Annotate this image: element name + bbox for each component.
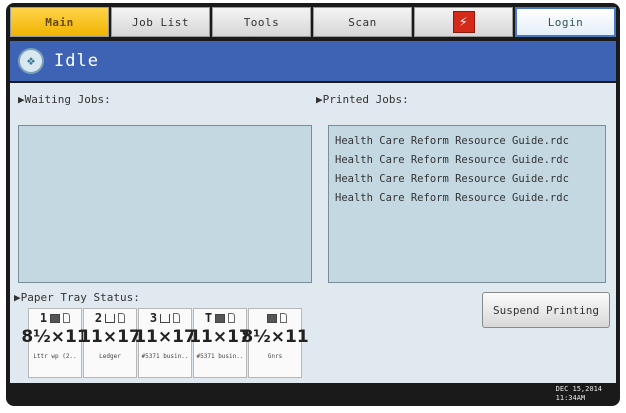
waiting-jobs-label: ▶Waiting Jobs: xyxy=(18,93,111,106)
tab-scan[interactable]: Scan xyxy=(313,7,412,37)
paper-tray-bypass: T 11×17 #5371 busin.. xyxy=(189,308,251,378)
tray-number: T xyxy=(204,311,213,325)
tray-number: 1 xyxy=(39,311,48,325)
paper-icon xyxy=(173,313,181,323)
tray-icon xyxy=(215,313,226,323)
printer-status-icon: ❖ xyxy=(18,48,44,74)
tray-type: Gnrs xyxy=(267,353,283,360)
alert-icon: ⚡ xyxy=(452,11,475,33)
tab-alert[interactable]: ⚡ xyxy=(414,7,513,37)
datetime: DEC 15,2014 11:34AM xyxy=(556,385,602,403)
tray-size: 11×17 xyxy=(134,327,196,347)
time-text: 11:34AM xyxy=(555,394,586,402)
printer-panel: Main Job List Tools Scan ⚡ Login ❖ Idle … xyxy=(6,3,620,406)
tray-icon xyxy=(160,313,171,323)
date-text: DEC 15,2014 xyxy=(555,385,602,393)
paper-tray-5: 8½×11 Gnrs xyxy=(241,308,309,378)
tray-number: 3 xyxy=(149,311,158,325)
list-item[interactable]: Health Care Reform Resource Guide.rdc xyxy=(335,170,599,189)
tab-bar: Main Job List Tools Scan ⚡ Login xyxy=(10,7,616,39)
tray-size: 8½×11 xyxy=(241,327,309,347)
waiting-jobs-list[interactable] xyxy=(18,125,312,283)
status-bar: ❖ Idle xyxy=(10,41,616,81)
list-item[interactable]: Health Care Reform Resource Guide.rdc xyxy=(335,151,599,170)
tray-icon xyxy=(105,313,116,323)
paper-icon xyxy=(63,313,71,323)
tray-type: #5371 busin.. xyxy=(141,353,189,360)
bottom-bar: DEC 15,2014 11:34AM xyxy=(10,383,616,405)
paper-tray-2: 2 11×17 Ledger xyxy=(79,308,141,378)
tray-type: Ledger xyxy=(99,353,121,360)
tray-type: #5371 busin.. xyxy=(196,353,244,360)
login-button[interactable]: Login xyxy=(515,7,616,37)
status-text: Idle xyxy=(54,51,99,71)
paper-tray-3: 3 11×17 #5371 busin.. xyxy=(134,308,196,378)
list-item[interactable]: Health Care Reform Resource Guide.rdc xyxy=(335,189,599,208)
printed-jobs-label: ▶Printed Jobs: xyxy=(316,93,409,106)
suspend-printing-button[interactable]: Suspend Printing xyxy=(482,292,610,328)
tab-tools[interactable]: Tools xyxy=(212,7,311,37)
tab-main[interactable]: Main xyxy=(10,7,109,37)
paper-tray-1: 1 8½×11 Lttr wp (2.. xyxy=(21,308,89,378)
printed-jobs-list[interactable]: Health Care Reform Resource Guide.rdc He… xyxy=(328,125,606,283)
paper-icon xyxy=(228,313,236,323)
paper-icon xyxy=(118,313,126,323)
list-item[interactable]: Health Care Reform Resource Guide.rdc xyxy=(335,132,599,151)
tray-icon xyxy=(266,313,277,323)
tab-job-list[interactable]: Job List xyxy=(111,7,210,37)
main-content: ▶Waiting Jobs: ▶Printed Jobs: Health Car… xyxy=(10,83,616,383)
tray-type: Lttr wp (2.. xyxy=(33,353,77,360)
tray-icon xyxy=(50,313,61,323)
tray-size: 11×17 xyxy=(79,327,141,347)
tray-number: 2 xyxy=(94,311,103,325)
paper-icon xyxy=(279,313,287,323)
paper-tray-label: ▶Paper Tray Status: xyxy=(14,291,140,304)
